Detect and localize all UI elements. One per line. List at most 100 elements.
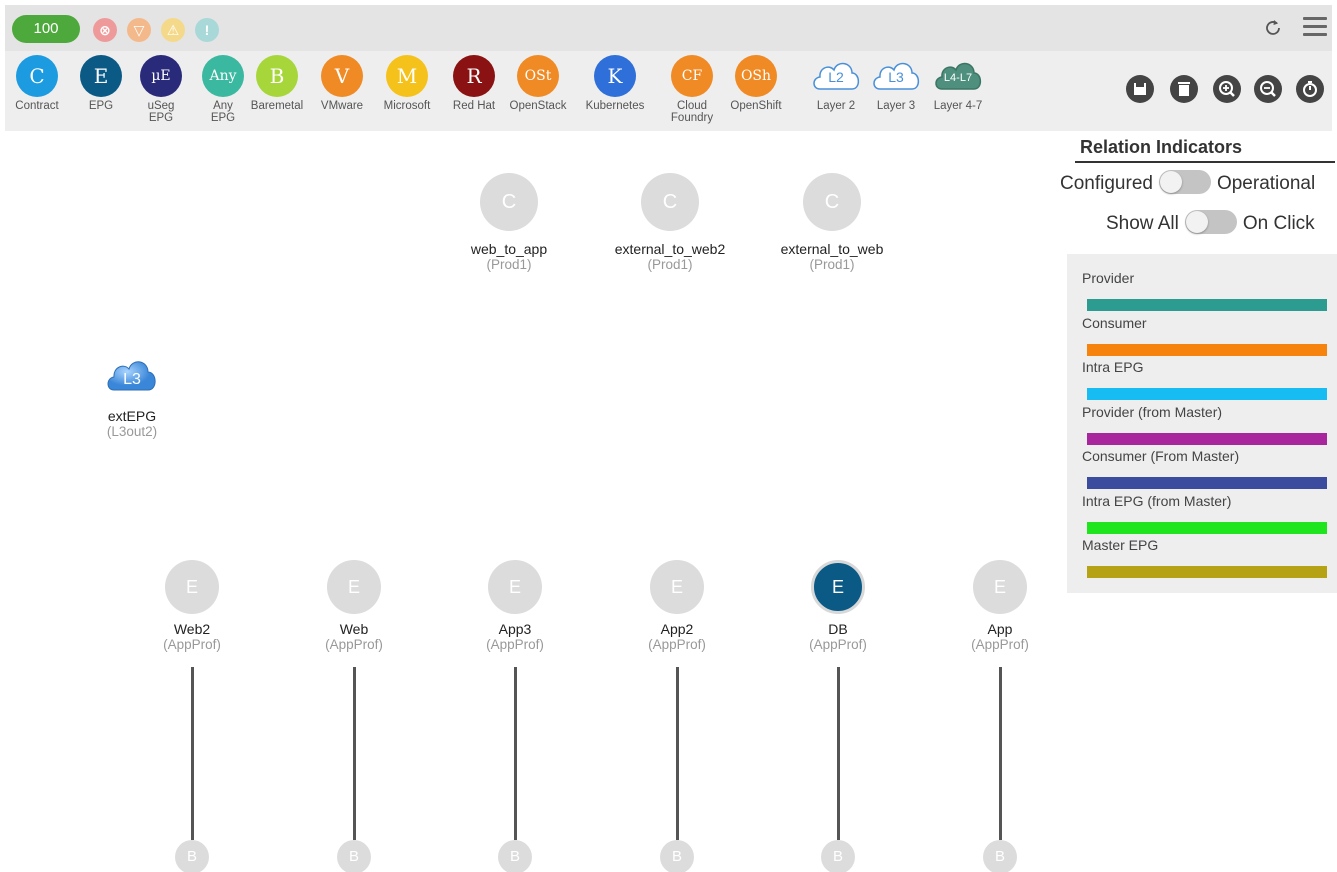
refresh-icon[interactable] — [1262, 17, 1284, 39]
palette-label: Red Hat — [452, 100, 496, 112]
palette-vmware-button[interactable]: V VMware — [310, 55, 374, 112]
node-subtitle: (Prod1) — [647, 257, 693, 272]
node-name: Web2 — [173, 621, 211, 637]
node-name: extEPG — [107, 408, 157, 424]
epg-node[interactable]: E App2 (AppProf) — [597, 560, 757, 653]
vmware-icon: V — [321, 55, 363, 97]
epg-node[interactable]: E App (AppProf) — [920, 560, 1080, 653]
divider — [1075, 161, 1335, 163]
configured-operational-toggle[interactable] — [1158, 170, 1211, 194]
node-subtitle: (AppProf) — [163, 637, 221, 652]
legend-label: Intra EPG (from Master) — [1082, 492, 1232, 509]
legend-label: Master EPG — [1082, 537, 1159, 553]
legend-color-bar — [1087, 299, 1327, 311]
epg-baremetal-link[interactable] — [514, 667, 517, 840]
warning-fault-icon[interactable]: ! — [195, 18, 219, 42]
health-score-badge[interactable]: 100 — [12, 15, 80, 43]
epg-baremetal-link[interactable] — [353, 667, 356, 840]
epg-node[interactable]: E DB (AppProf) — [758, 560, 918, 653]
zoom-in-icon[interactable] — [1213, 75, 1241, 103]
toggle-knob — [1185, 211, 1208, 233]
node-subtitle: (AppProf) — [648, 637, 706, 652]
epg-node[interactable]: E Web (AppProf) — [274, 560, 434, 653]
object-palette: C Contract E EPG µE uSeg EPG Any Any EPG B Bareme… — [5, 51, 1332, 131]
epg-baremetal-link[interactable] — [999, 667, 1002, 840]
contract-icon: C — [803, 173, 861, 231]
contract-node[interactable]: Cweb_to_app (Prod1) — [429, 173, 589, 273]
contract-node[interactable]: Cexternal_to_web2 (Prod1) — [590, 173, 750, 273]
node-name: external_to_web — [780, 241, 884, 257]
minor-fault-icon[interactable]: ⚠ — [161, 18, 185, 42]
major-fault-icon[interactable]: ▽ — [127, 18, 151, 42]
openshift-icon: OSh — [735, 55, 777, 97]
palette-label: VMware — [320, 100, 364, 112]
palette-label: Layer 3 — [876, 100, 916, 112]
palette-contract-button[interactable]: C Contract — [5, 55, 69, 112]
baremetal-node[interactable]: B — [821, 840, 855, 872]
baremetal-node[interactable]: B — [337, 840, 371, 872]
node-subtitle: (AppProf) — [325, 637, 383, 652]
reset-icon[interactable] — [1296, 75, 1324, 103]
palette-openstack-button[interactable]: OSt OpenStack — [506, 55, 570, 112]
legend-color-bar — [1087, 477, 1327, 489]
palette-label: Kubernetes — [585, 100, 645, 112]
redhat-icon: R — [453, 55, 495, 97]
cloud-foundry-icon: CF — [671, 55, 713, 97]
baremetal-node[interactable]: B — [983, 840, 1017, 872]
palette-useg-epg-button[interactable]: µE uSeg EPG — [129, 55, 193, 124]
contract-node[interactable]: Cexternal_to_web (Prod1) — [752, 173, 912, 273]
baremetal-node[interactable]: B — [175, 840, 209, 872]
palette-redhat-button[interactable]: R Red Hat — [442, 55, 506, 112]
show-all-on-click-toggle[interactable] — [1184, 210, 1237, 234]
palette-epg-button[interactable]: E EPG — [69, 55, 133, 112]
palette-openshift-button[interactable]: OSh OpenShift — [724, 55, 788, 112]
critical-fault-icon[interactable]: ⊗ — [93, 18, 117, 42]
epg-baremetal-link[interactable] — [837, 667, 840, 840]
epg-node[interactable]: E Web2 (AppProf) — [112, 560, 272, 653]
configured-operational-row: Configured Operational — [1060, 170, 1315, 196]
epg-baremetal-link[interactable] — [191, 667, 194, 840]
node-subtitle: (L3out2) — [106, 424, 158, 439]
legend-label: Consumer — [1082, 314, 1147, 331]
external-epg-node[interactable]: L3 extEPG (L3out2) — [92, 352, 172, 440]
epg-icon: E — [488, 560, 542, 614]
baremetal-icon: B — [256, 55, 298, 97]
node-name: web_to_app — [470, 241, 548, 257]
epg-icon: E — [811, 560, 865, 614]
status-bar: 100 ⊗ ▽ ⚠! — [5, 5, 1332, 51]
hamburger-menu-icon[interactable] — [1303, 17, 1327, 39]
palette-baremetal-button[interactable]: B Baremetal — [245, 55, 309, 112]
palette-microsoft-button[interactable]: M Microsoft — [375, 55, 439, 112]
palette-layer-3-button[interactable]: L3 Layer 3 — [861, 55, 931, 112]
palette-layer-4-7-button[interactable]: L4-L7 Layer 4-7 — [923, 55, 993, 112]
node-name: external_to_web2 — [614, 241, 726, 257]
legend-label: Consumer (From Master) — [1082, 448, 1240, 464]
epg-icon: E — [973, 560, 1027, 614]
delete-icon[interactable] — [1170, 75, 1198, 103]
palette-cloud-foundry-button[interactable]: CF Cloud Foundry — [660, 55, 724, 124]
layer-2-cloud-icon: L2 — [811, 55, 861, 97]
layer-3-cloud-icon: L3 — [871, 55, 921, 97]
node-subtitle: (AppProf) — [809, 637, 867, 652]
baremetal-node[interactable]: B — [498, 840, 532, 872]
baremetal-node[interactable]: B — [660, 840, 694, 872]
legend-label: Intra EPG — [1082, 359, 1144, 375]
node-name: App — [987, 621, 1013, 637]
save-icon[interactable] — [1126, 75, 1154, 103]
cloud-glyph: L2 — [828, 69, 844, 85]
palette-label: Baremetal — [250, 100, 304, 112]
zoom-out-icon[interactable] — [1254, 75, 1282, 103]
contract-icon: C — [641, 173, 699, 231]
palette-kubernetes-button[interactable]: K Kubernetes — [583, 55, 647, 112]
contract-icon: C — [480, 173, 538, 231]
legend-label: Provider (from Master) — [1082, 403, 1223, 420]
epg-baremetal-link[interactable] — [676, 667, 679, 840]
palette-label: OpenStack — [509, 100, 567, 112]
epg-node[interactable]: E App3 (AppProf) — [435, 560, 595, 653]
toggle-knob — [1159, 171, 1182, 193]
node-name: App2 — [660, 621, 694, 637]
toggle-right-label: On Click — [1242, 213, 1315, 235]
legend-color-bar — [1087, 566, 1327, 578]
toggle-left-label: Show All — [1106, 213, 1179, 235]
legend-label: Provider — [1082, 270, 1135, 286]
